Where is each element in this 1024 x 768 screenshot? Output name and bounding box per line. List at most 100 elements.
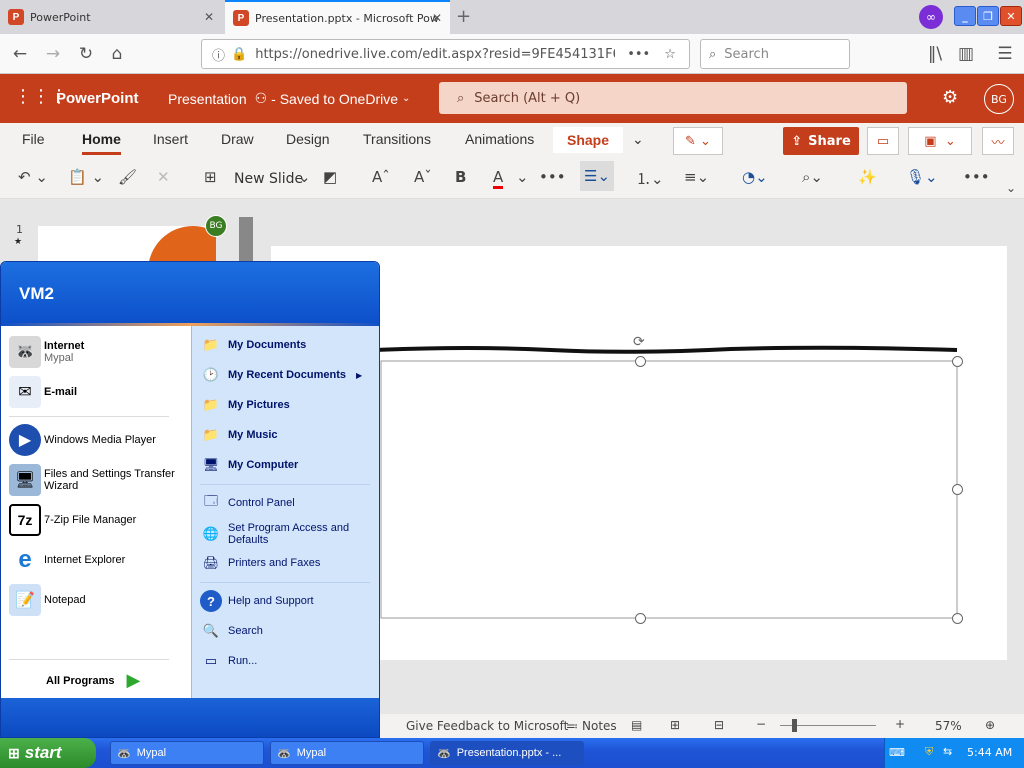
info-icon[interactable]: ⓘ bbox=[212, 45, 225, 64]
chevron-down-icon[interactable]: ⌄ bbox=[516, 168, 529, 186]
network-icon[interactable]: ⇆ bbox=[943, 745, 952, 758]
my-documents[interactable]: 📁 My Documents bbox=[200, 334, 306, 356]
tab-insert[interactable]: Insert bbox=[153, 131, 188, 147]
pinned-email[interactable]: ✉ E-mail bbox=[9, 376, 77, 408]
comments-button[interactable]: ▭ bbox=[867, 127, 899, 155]
shapes-icon[interactable]: ◔⌄ bbox=[742, 168, 768, 186]
run-item[interactable]: ▭ Run... bbox=[200, 650, 258, 672]
chevron-down-icon[interactable]: ⌄ bbox=[298, 168, 311, 186]
slide-canvas[interactable]: ⟳ bbox=[271, 246, 1007, 660]
resize-handle[interactable] bbox=[952, 356, 963, 367]
forward-icon[interactable]: → bbox=[41, 42, 65, 66]
start-button[interactable]: ⊞ start bbox=[0, 738, 96, 768]
new-tab-button[interactable]: + bbox=[456, 6, 471, 27]
zoom-in-icon[interactable]: + bbox=[895, 717, 905, 731]
tab-home[interactable]: Home bbox=[82, 131, 121, 155]
layout-icon[interactable]: ◩ bbox=[323, 168, 337, 186]
normal-view-icon[interactable]: ▤ bbox=[631, 718, 642, 732]
resize-handle[interactable] bbox=[635, 613, 646, 624]
close-icon[interactable]: ✕ bbox=[204, 10, 214, 24]
my-recent-documents[interactable]: 🕑 My Recent Documents ▶ bbox=[200, 364, 362, 386]
resize-handle[interactable] bbox=[952, 613, 963, 624]
designer-icon[interactable]: ✨ bbox=[858, 168, 877, 186]
keyboard-icon[interactable]: ⌨ bbox=[889, 746, 905, 759]
resize-handle[interactable] bbox=[635, 356, 646, 367]
notes-button[interactable]: Notes bbox=[582, 719, 617, 733]
program-access-defaults[interactable]: 🌐 Set Program Access and Defaults bbox=[200, 522, 370, 546]
resize-handle[interactable] bbox=[952, 484, 963, 495]
avatar[interactable]: BG bbox=[984, 84, 1014, 114]
new-slide-button[interactable]: New Slide bbox=[234, 171, 303, 187]
all-programs-button[interactable]: All Programs ▶ bbox=[46, 670, 140, 691]
find-icon[interactable]: ⌕⌄ bbox=[802, 168, 823, 186]
expand-ribbon-icon[interactable]: ⌄ bbox=[1006, 181, 1016, 195]
zoom-slider-thumb[interactable] bbox=[792, 719, 797, 732]
close-icon[interactable]: ✕ bbox=[432, 11, 442, 25]
share-button[interactable]: ⇪ Share bbox=[783, 127, 859, 155]
slide-sorter-icon[interactable]: ⊞ bbox=[670, 718, 680, 732]
font-color-icon[interactable]: A bbox=[493, 168, 504, 189]
dictate-icon[interactable]: 🎙⌄ bbox=[906, 168, 938, 186]
recent-internet-explorer[interactable]: e Internet Explorer bbox=[9, 544, 125, 576]
fit-slide-icon[interactable]: ⊕ bbox=[985, 718, 995, 732]
feedback-link[interactable]: Give Feedback to Microsoft bbox=[406, 719, 568, 733]
url-bar[interactable]: ⓘ 🔒 https://onedrive.live.com/edit.aspx?… bbox=[201, 39, 690, 69]
zoom-out-icon[interactable]: − bbox=[756, 717, 766, 731]
paste-icon[interactable]: 📋 ⌄ bbox=[68, 168, 104, 186]
library-icon[interactable]: ‖\ bbox=[923, 42, 947, 66]
recent-notepad[interactable]: 📝 Notepad bbox=[9, 584, 86, 616]
bullets-icon[interactable]: ☰⌄ bbox=[580, 161, 615, 191]
more-tabs-chevron-icon[interactable]: ⌄ bbox=[632, 131, 644, 148]
app-name[interactable]: PowerPoint bbox=[56, 90, 139, 107]
present-button[interactable]: ▣ ⌄ bbox=[908, 127, 972, 155]
new-slide-icon[interactable]: ⊞ bbox=[204, 168, 217, 186]
decrease-font-icon[interactable]: Aˇ bbox=[414, 168, 432, 186]
taskbar-button-mypal[interactable]: 🦝 Mypal bbox=[270, 741, 424, 765]
search-item[interactable]: 🔍 Search bbox=[200, 620, 263, 642]
printers-faxes[interactable]: 🖨 Printers and Faxes bbox=[200, 552, 321, 574]
reload-icon[interactable]: ↻ bbox=[74, 42, 98, 66]
pen-dropdown-button[interactable]: ✎ ⌄ bbox=[673, 127, 723, 155]
recent-transfer-wizard[interactable]: 🖥 Files and Settings Transfer Wizard bbox=[9, 464, 189, 496]
security-shield-icon[interactable]: ⛨ bbox=[925, 745, 933, 759]
page-actions-icon[interactable]: ••• bbox=[627, 47, 650, 62]
tab-design[interactable]: Design bbox=[286, 131, 330, 147]
my-pictures[interactable]: 📁 My Pictures bbox=[200, 394, 290, 416]
pinned-internet[interactable]: 🦝 Internet Mypal bbox=[9, 336, 84, 368]
taskbar-button-mypal[interactable]: 🦝 Mypal bbox=[110, 741, 264, 765]
restore-button[interactable]: ❐ bbox=[977, 6, 999, 26]
bookmark-star-icon[interactable]: ☆ bbox=[664, 47, 676, 62]
more-options-icon[interactable]: ••• bbox=[963, 168, 990, 186]
doc-title-area[interactable]: Presentation ⚇ - Saved to OneDrive ⌄ bbox=[168, 90, 410, 107]
undo-icon[interactable]: ↶ ⌄ bbox=[18, 168, 48, 186]
my-computer[interactable]: 🖥 My Computer bbox=[200, 454, 299, 476]
reading-view-icon[interactable]: ⊟ bbox=[714, 718, 724, 732]
tab-file[interactable]: File bbox=[22, 131, 45, 147]
settings-gear-icon[interactable]: ⚙ bbox=[942, 87, 958, 108]
browser-tab-powerpoint[interactable]: P PowerPoint ✕ bbox=[0, 0, 222, 34]
tab-animations[interactable]: Animations bbox=[465, 131, 534, 147]
close-window-button[interactable]: ✕ bbox=[1000, 6, 1022, 26]
delete-icon[interactable]: ✕ bbox=[157, 168, 170, 186]
clock[interactable]: 5:44 AM bbox=[967, 746, 1012, 759]
bold-icon[interactable]: B bbox=[455, 168, 466, 186]
back-icon[interactable]: ← bbox=[8, 42, 32, 66]
increase-font-icon[interactable]: Aˆ bbox=[372, 168, 390, 186]
sidebar-icon[interactable]: ▥ bbox=[954, 42, 978, 66]
taskbar-button-presentation[interactable]: 🦝 Presentation.pptx - ... bbox=[430, 741, 584, 765]
minimize-button[interactable]: _ bbox=[954, 6, 976, 26]
recent-media-player[interactable]: ▶ Windows Media Player bbox=[9, 424, 156, 456]
my-music[interactable]: 📁 My Music bbox=[200, 424, 278, 446]
activity-button[interactable]: 〰 bbox=[982, 127, 1014, 155]
recent-7zip[interactable]: 7z 7-Zip File Manager bbox=[9, 504, 136, 536]
align-icon[interactable]: ≡⌄ bbox=[684, 168, 709, 186]
office-search-input[interactable]: ⌕ Search (Alt + Q) bbox=[439, 82, 907, 114]
numbering-icon[interactable]: ⒈⌄ bbox=[636, 168, 664, 189]
zoom-level[interactable]: 57% bbox=[935, 719, 962, 733]
browser-search-input[interactable]: ⌕ Search bbox=[700, 39, 850, 69]
home-icon[interactable]: ⌂ bbox=[105, 42, 129, 66]
control-panel[interactable]: 🗔 Control Panel bbox=[200, 492, 295, 514]
menu-icon[interactable]: ☰ bbox=[993, 42, 1017, 66]
format-painter-icon[interactable]: 🖌 bbox=[118, 168, 137, 186]
more-options-icon[interactable]: ••• bbox=[539, 168, 566, 186]
